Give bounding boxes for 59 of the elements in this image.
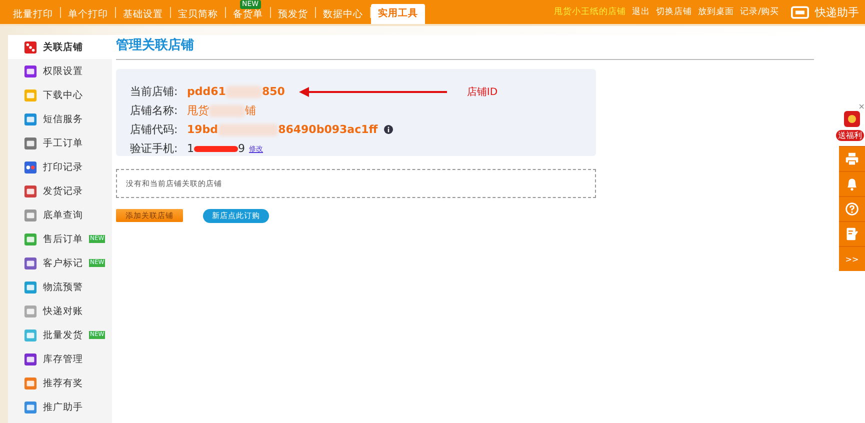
redaction-mark <box>209 104 245 116</box>
square-icon <box>24 304 37 318</box>
redaction-mark <box>218 124 278 136</box>
help-icon[interactable] <box>839 196 865 221</box>
envelope-icon <box>842 108 862 130</box>
sidebar-item[interactable]: 手工订单 <box>8 131 112 155</box>
square-icon <box>24 136 37 150</box>
sidebar-item[interactable]: 打印记录 <box>8 155 112 179</box>
sidebar-item[interactable]: 物流预警 <box>8 275 112 299</box>
info-icon[interactable] <box>384 125 393 134</box>
field-value: 甩货 <box>187 103 209 118</box>
promo-badge[interactable]: 送福利 × <box>839 104 865 146</box>
square-icon <box>24 208 37 222</box>
sidebar-item[interactable]: 发货记录 <box>8 179 112 203</box>
nav-tab[interactable]: 实用工具 <box>371 4 425 24</box>
dice-icon <box>24 40 37 54</box>
dots-icon <box>24 160 37 174</box>
square-icon <box>24 280 37 294</box>
sidebar-item[interactable]: 推广助手 <box>8 395 112 419</box>
field-label: 店铺代码: <box>130 122 179 137</box>
square-icon <box>24 232 37 246</box>
note-icon[interactable] <box>839 221 865 246</box>
sidebar-item[interactable]: 下载中心 <box>8 83 112 107</box>
square-icon <box>24 184 37 198</box>
square-icon <box>24 112 37 126</box>
square-icon <box>24 328 37 342</box>
sidebar-item[interactable]: 短信服务 <box>8 107 112 131</box>
square-icon <box>24 88 37 102</box>
close-icon[interactable]: × <box>858 102 865 111</box>
expand-button[interactable]: >> <box>839 246 865 271</box>
field-value: pdd61 <box>187 85 226 98</box>
field-label: 当前店铺: <box>130 84 179 99</box>
sidebar-item[interactable]: 推荐有奖 <box>8 371 112 395</box>
sidebar-item[interactable]: 权限设置 <box>8 59 112 83</box>
brand-icon <box>791 6 809 18</box>
brand-name: 快递助手 <box>815 4 859 20</box>
square-icon <box>24 376 37 390</box>
sidebar-item[interactable]: 库存管理 <box>8 347 112 371</box>
bell-icon[interactable] <box>839 171 865 196</box>
field-value: 1 <box>187 142 194 155</box>
square-icon <box>24 256 37 270</box>
field-value: 850 <box>262 85 285 98</box>
printer-icon[interactable] <box>839 146 865 171</box>
sidebar-item[interactable]: 关联店铺 <box>8 35 112 59</box>
redaction-mark <box>226 86 262 98</box>
field-value: 19bd <box>187 123 218 136</box>
sidebar-item[interactable]: 快递对账 <box>8 299 112 323</box>
redaction-mark <box>194 146 238 152</box>
page-title: 管理关联店铺 <box>116 35 814 60</box>
annotation-label: 店铺ID <box>466 86 498 98</box>
field-label: 店铺名称: <box>130 103 179 118</box>
square-icon <box>24 400 37 414</box>
field-value: 86490b093ac1ff <box>278 123 378 136</box>
sidebar-item[interactable]: 底单查询 <box>8 203 112 227</box>
field-value: 铺 <box>245 103 256 118</box>
field-label: 验证手机: <box>130 141 179 156</box>
square-icon <box>24 64 37 78</box>
square-icon <box>24 352 37 366</box>
field-value: 9 <box>238 142 245 155</box>
